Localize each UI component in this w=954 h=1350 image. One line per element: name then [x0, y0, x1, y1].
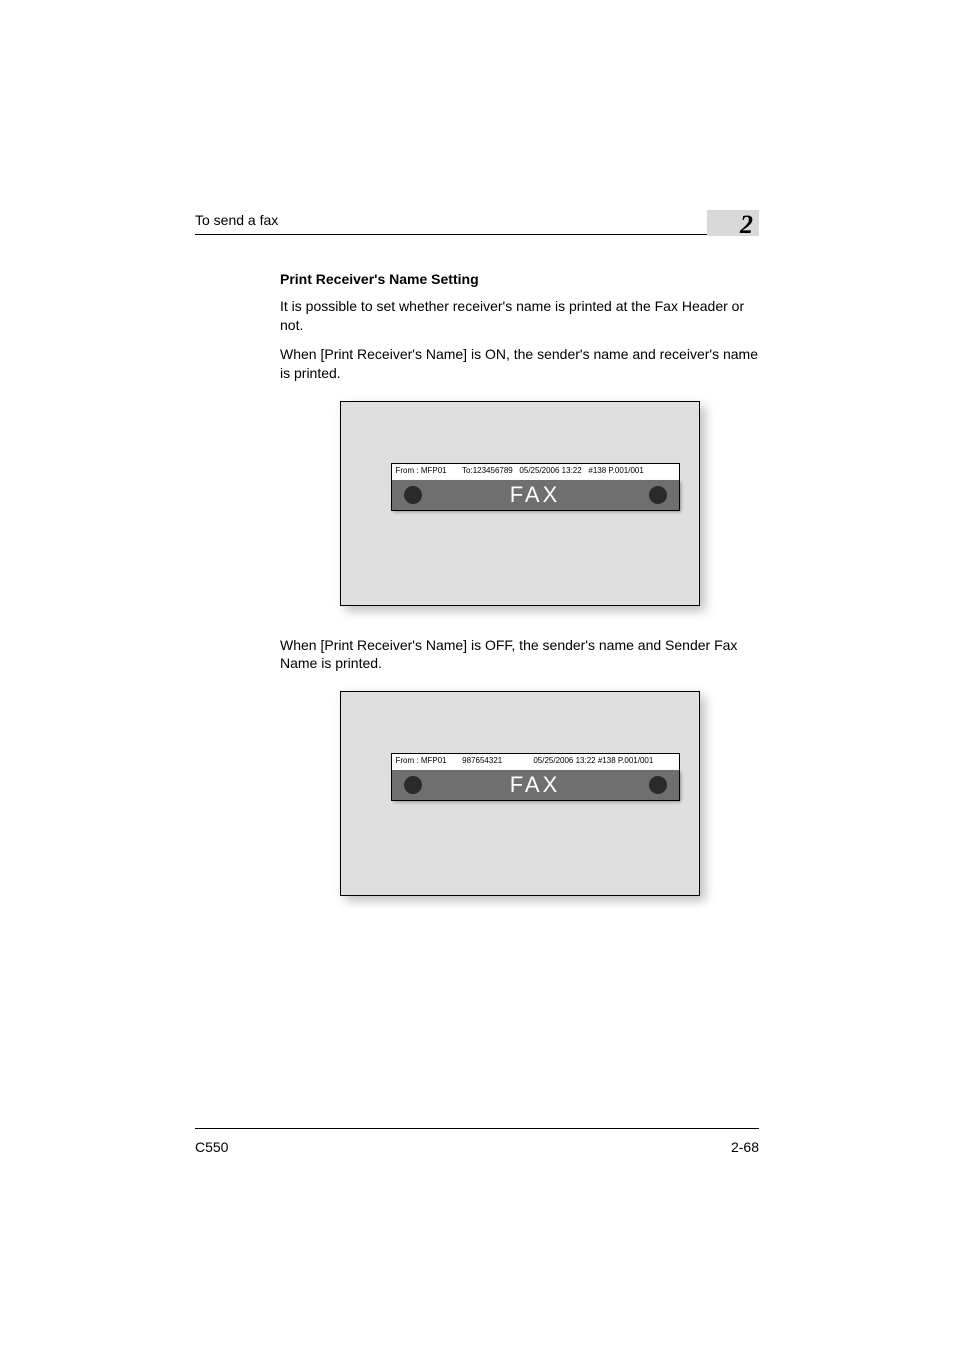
chapter-badge: 2: [707, 210, 759, 236]
fax-band-label-off: FAX: [510, 772, 561, 798]
fax-band-off: FAX: [392, 770, 679, 800]
page: To send a fax 2 Print Receiver's Name Se…: [0, 0, 954, 1350]
section-heading: Print Receiver's Name Setting: [280, 271, 759, 287]
fax-outer-off: From : MFP01 987654321 05/25/2006 13:22 …: [340, 691, 700, 896]
fax-page-off: From : MFP01 987654321 05/25/2006 13:22 …: [391, 753, 680, 801]
paragraph-on: When [Print Receiver's Name] is ON, the …: [280, 345, 759, 383]
running-title: To send a fax: [195, 212, 278, 234]
chapter-number: 2: [740, 210, 753, 239]
dot-icon: [649, 776, 667, 794]
paragraph-intro: It is possible to set whether receiver's…: [280, 297, 759, 335]
dot-icon: [649, 486, 667, 504]
fax-page-on: From : MFP01 To:123456789 05/25/2006 13:…: [391, 463, 680, 511]
fax-header-line-off: From : MFP01 987654321 05/25/2006 13:22 …: [392, 754, 679, 765]
fax-band-label-on: FAX: [510, 482, 561, 508]
footer-page: 2-68: [731, 1139, 759, 1155]
fax-band-on: FAX: [392, 480, 679, 510]
fax-figure-off: From : MFP01 987654321 05/25/2006 13:22 …: [340, 691, 700, 896]
content-block: Print Receiver's Name Setting It is poss…: [195, 271, 759, 896]
footer-model: C550: [195, 1139, 228, 1155]
fax-outer-on: From : MFP01 To:123456789 05/25/2006 13:…: [340, 401, 700, 606]
dot-icon: [404, 776, 422, 794]
footer-rule: [195, 1128, 759, 1129]
running-head: To send a fax 2: [195, 210, 759, 235]
fax-figure-on: From : MFP01 To:123456789 05/25/2006 13:…: [340, 401, 700, 606]
fax-header-line-on: From : MFP01 To:123456789 05/25/2006 13:…: [392, 464, 679, 475]
page-footer: C550 2-68: [195, 1128, 759, 1155]
paragraph-off: When [Print Receiver's Name] is OFF, the…: [280, 636, 759, 674]
dot-icon: [404, 486, 422, 504]
